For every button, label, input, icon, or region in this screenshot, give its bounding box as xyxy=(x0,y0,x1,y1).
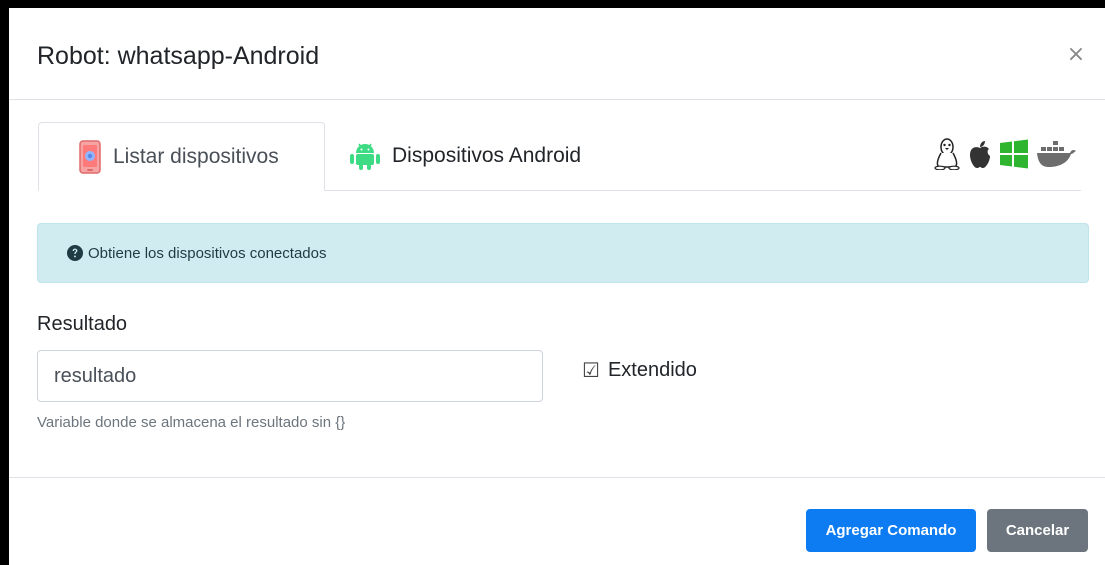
android-icon xyxy=(348,141,382,171)
modal-title: Robot: whatsapp-Android xyxy=(37,42,320,70)
tab-dispositivos-android-label: Dispositivos Android xyxy=(392,143,582,167)
apple-icon xyxy=(967,139,993,169)
modal-dialog: Robot: whatsapp-Android × Listar disposi… xyxy=(9,8,1105,565)
modal-header: Robot: whatsapp-Android × xyxy=(9,8,1105,100)
add-command-button[interactable]: Agregar Comando xyxy=(806,509,976,552)
result-label: Resultado xyxy=(37,313,128,335)
modal-footer: Agregar Comando Cancelar xyxy=(9,477,1105,565)
phone-icon xyxy=(79,139,101,174)
platform-icons xyxy=(933,138,1077,170)
extended-checkbox-label: Extendido xyxy=(607,358,697,381)
info-alert: Obtiene los dispositivos conectados xyxy=(37,223,1089,283)
tab-dispositivos-android[interactable]: Dispositivos Android xyxy=(348,122,581,189)
tab-listar-dispositivos-label: Listar dispositivos xyxy=(113,144,279,168)
screenshot-frame-left xyxy=(0,0,9,565)
extended-checkbox[interactable]: ☑ Extendido xyxy=(582,358,697,382)
windows-icon xyxy=(999,139,1029,169)
info-alert-text: Obtiene los dispositivos conectados xyxy=(88,244,327,262)
question-circle-icon xyxy=(67,245,83,261)
close-button[interactable]: × xyxy=(1065,44,1087,66)
linux-icon xyxy=(933,138,961,170)
checkbox-checked-icon[interactable]: ☑ xyxy=(582,358,600,382)
tab-listar-dispositivos[interactable]: Listar dispositivos xyxy=(38,122,325,191)
tab-bar: Listar dispositivos Dispositivos Android xyxy=(38,122,1081,191)
result-help-text: Variable donde se almacena el resultado … xyxy=(37,414,346,431)
cancel-button[interactable]: Cancelar xyxy=(987,509,1088,552)
docker-icon xyxy=(1035,139,1077,169)
result-input[interactable] xyxy=(37,350,543,402)
screenshot-frame-top xyxy=(0,0,1105,8)
